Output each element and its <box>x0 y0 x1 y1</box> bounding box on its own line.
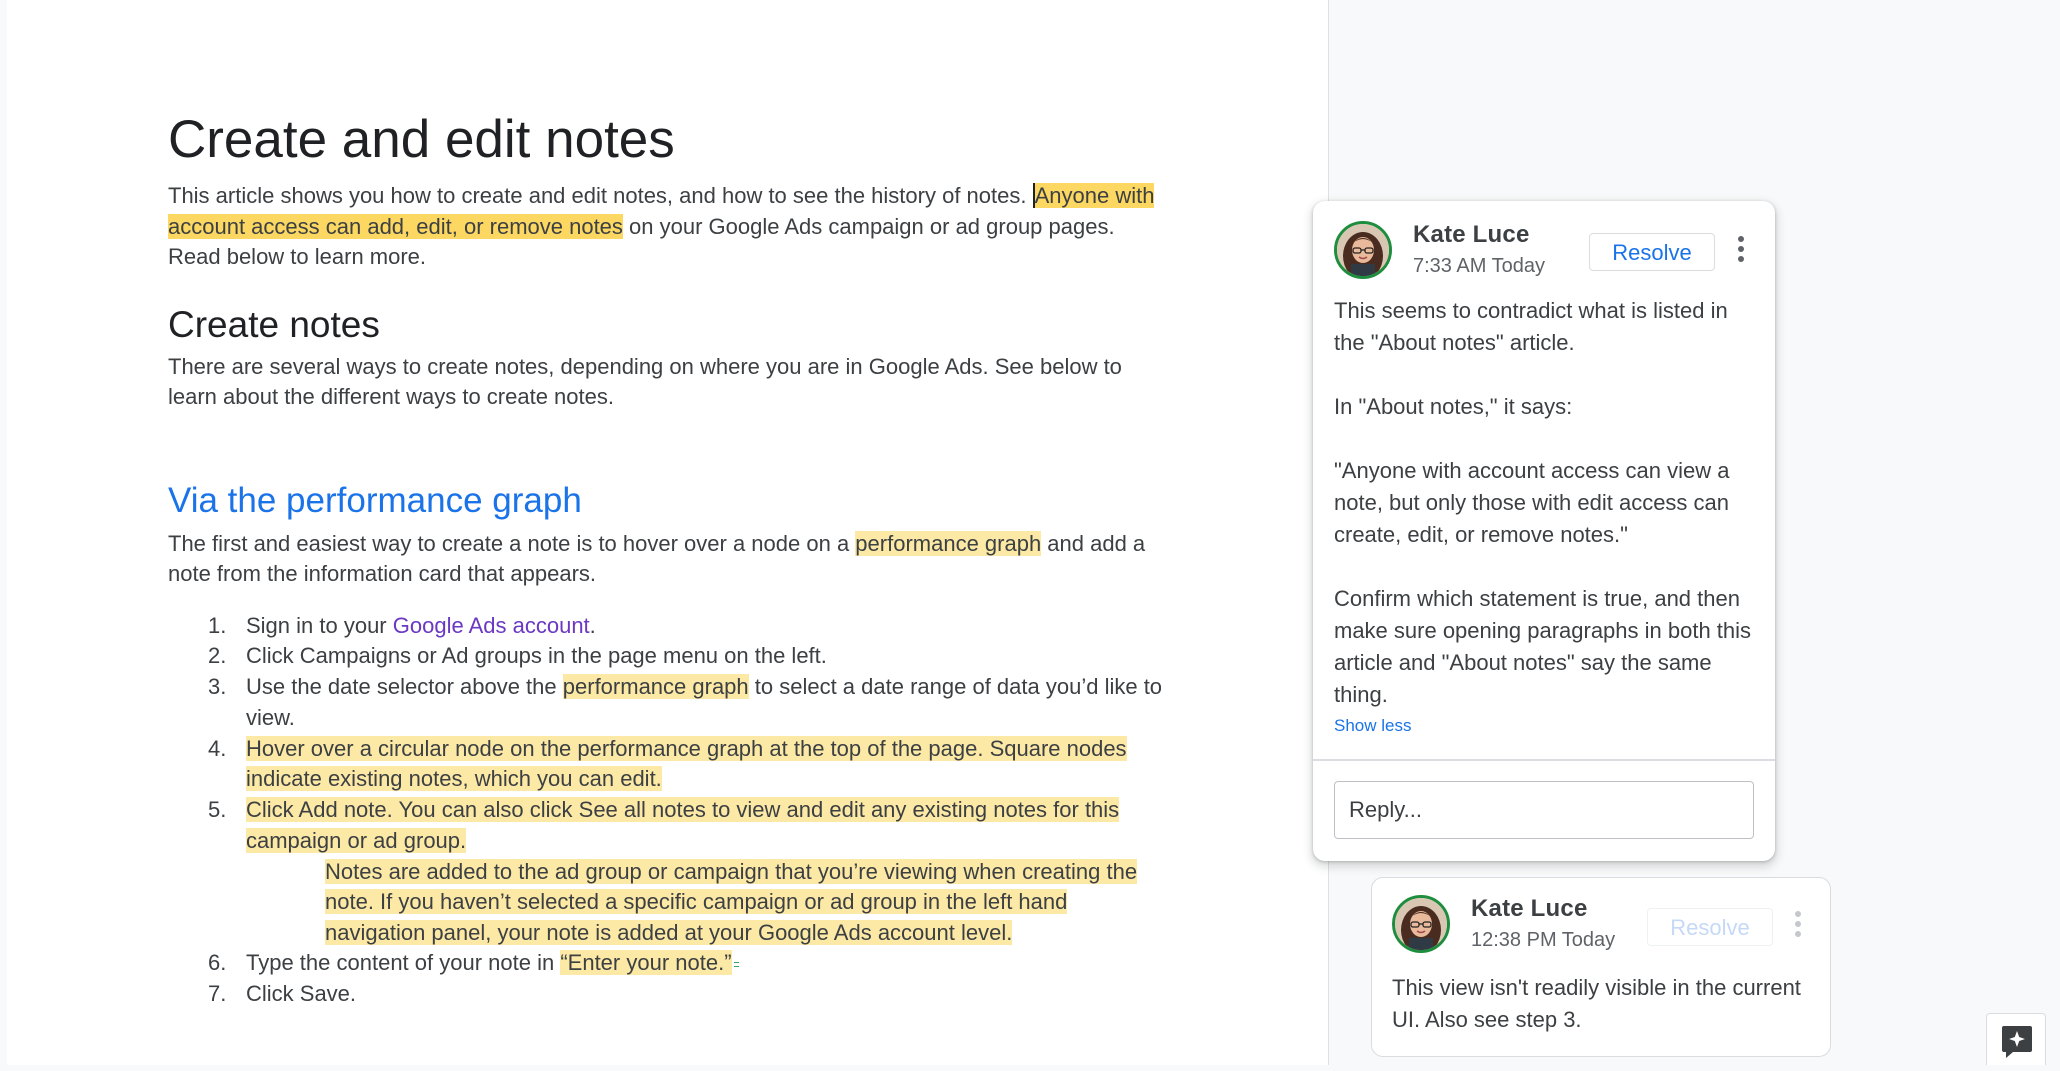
graph-highlight[interactable]: performance graph <box>855 530 1042 556</box>
suggestion-marker-icon <box>733 962 739 968</box>
step-number: 3. <box>208 674 227 700</box>
graph-text-1: The first and easiest way to create a no… <box>168 530 856 556</box>
intro-paragraph: This article shows you how to create and… <box>168 181 1168 273</box>
step5-note: Notes are added to the ad group or campa… <box>168 857 1168 949</box>
create-notes-paragraph: There are several ways to create notes, … <box>168 353 1122 410</box>
list-item: 5. Click Add note. You can also click Se… <box>168 795 1168 857</box>
add-comment-button[interactable] <box>1986 1013 2046 1065</box>
left-gutter <box>0 0 7 1065</box>
step-number: 2. <box>208 643 227 669</box>
step3-highlight[interactable]: performance graph <box>562 674 749 700</box>
resolve-button[interactable]: Resolve <box>1589 233 1715 271</box>
comment-paragraph: This seems to contradict what is listed … <box>1334 298 1728 355</box>
list-item: 2. Click Campaigns or Ad groups in the p… <box>168 641 1168 672</box>
comment-author: Kate Luce <box>1471 895 1588 922</box>
more-vert-icon[interactable] <box>1788 908 1808 942</box>
step-number: 1. <box>208 612 227 638</box>
steps-list: 1. Sign in to your Google Ads account. 2… <box>168 611 1168 1010</box>
list-item: 1. Sign in to your Google Ads account. <box>168 611 1168 642</box>
step-text: . <box>589 612 596 638</box>
step5-highlight[interactable]: Click Add note. You can also click See a… <box>246 797 1120 854</box>
reply-input[interactable] <box>1334 781 1754 839</box>
show-less-link[interactable]: Show less <box>1334 716 1411 736</box>
step4-highlight[interactable]: Hover over a circular node on the perfor… <box>246 735 1127 792</box>
step-text: Use the date selector above the <box>246 674 563 700</box>
comment-paragraph: "Anyone with account access can view a n… <box>1334 458 1730 547</box>
comment-card-active[interactable]: Kate Luce 7:33 AM Today Resolve This see… <box>1313 201 1775 861</box>
comment-body: This view isn't readily visible in the c… <box>1392 972 1802 1036</box>
comment-card-second[interactable]: Kate Luce 12:38 PM Today Resolve This vi… <box>1371 877 1831 1057</box>
step-number: 6. <box>208 950 227 976</box>
document-page[interactable]: Create and edit notes This article shows… <box>7 0 1329 1065</box>
step-number: 7. <box>208 981 227 1007</box>
avatar <box>1334 221 1392 279</box>
list-item: 4. Hover over a circular node on the per… <box>168 734 1168 796</box>
step-text: Click Campaigns or Ad groups in the page… <box>246 643 827 669</box>
list-item: 7. Click Save. <box>168 979 1168 1010</box>
section-heading-create: Create notes <box>168 303 380 345</box>
step-number: 5. <box>208 797 227 823</box>
intro-text-1: This article shows you how to create and… <box>168 183 1033 208</box>
step-text: Sign in to your <box>246 612 393 638</box>
list-item: 3. Use the date selector above the perfo… <box>168 672 1168 734</box>
user-avatar-icon <box>1395 898 1447 950</box>
divider <box>1313 759 1775 761</box>
avatar <box>1392 895 1450 953</box>
comment-timestamp: 12:38 PM Today <box>1471 929 1616 951</box>
step-text: Click Save. <box>246 981 357 1007</box>
step-number: 4. <box>208 735 227 761</box>
comment-paragraph: This view isn't readily visible in the c… <box>1392 975 1801 1032</box>
comment-paragraph: In "About notes," it says: <box>1334 394 1573 419</box>
step5-note-highlight[interactable]: Notes are added to the ad group or campa… <box>325 858 1138 945</box>
user-avatar-icon <box>1337 224 1389 276</box>
list-item: 6. Type the content of your note in “Ent… <box>168 948 1168 979</box>
document-content: Create and edit notes This article shows… <box>168 105 1168 1010</box>
comment-timestamp: 7:33 AM Today <box>1413 255 1545 277</box>
add-comment-icon <box>2002 1026 2032 1058</box>
google-ads-account-link[interactable]: Google Ads account <box>393 613 590 638</box>
step6-highlight[interactable]: “Enter your note.” <box>560 950 732 976</box>
comment-paragraph: Confirm which statement is true, and the… <box>1334 586 1752 707</box>
resolve-button[interactable]: Resolve <box>1647 908 1773 946</box>
more-vert-icon[interactable] <box>1731 233 1751 267</box>
comment-body: This seems to contradict what is listed … <box>1334 295 1754 711</box>
step-text: Type the content of your note in <box>246 950 561 976</box>
page-title: Create and edit notes <box>168 110 675 169</box>
section-heading-graph: Via the performance graph <box>168 480 582 520</box>
comment-author: Kate Luce <box>1413 221 1530 248</box>
graph-paragraph: The first and easiest way to create a no… <box>168 529 1168 590</box>
